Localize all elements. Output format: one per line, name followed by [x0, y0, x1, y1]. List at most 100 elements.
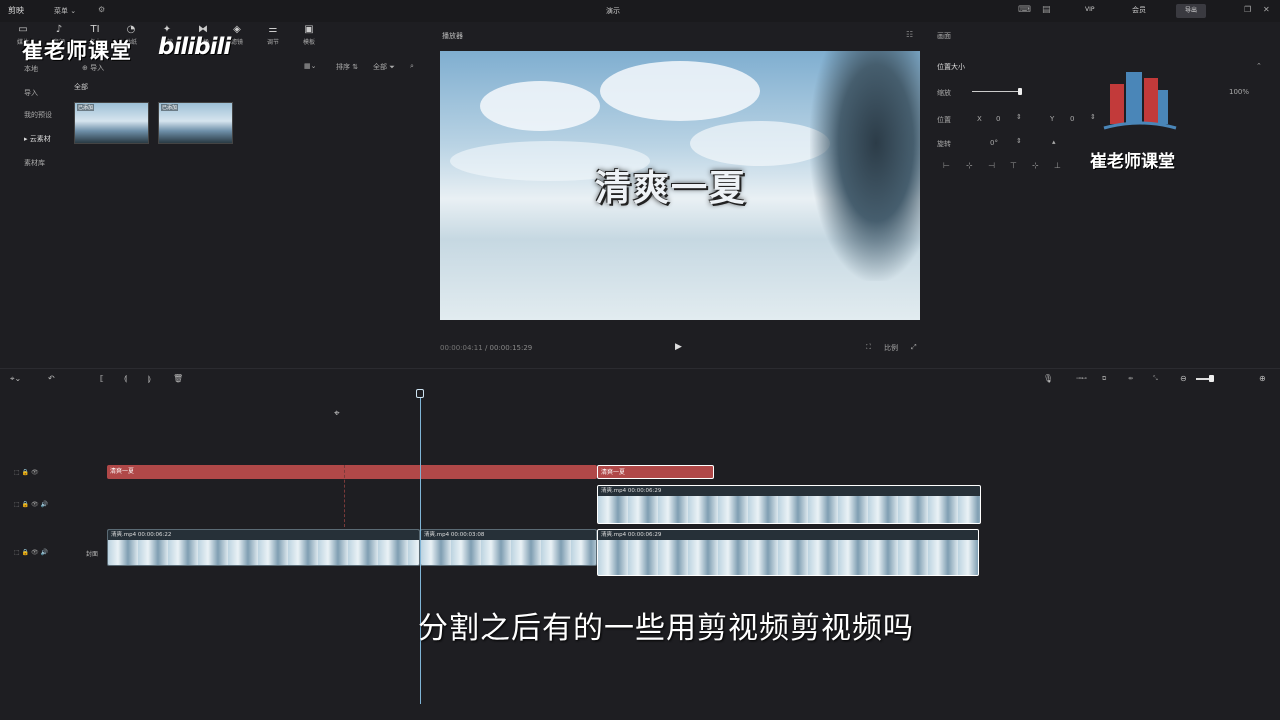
- video-title-overlay[interactable]: 清爽一夏: [595, 159, 747, 211]
- x-stepper-icon[interactable]: ⇕: [1016, 113, 1022, 121]
- search-icon[interactable]: ⌕: [410, 62, 414, 71]
- sticker-icon: ◔: [126, 24, 136, 35]
- undo-icon[interactable]: ↶: [48, 374, 55, 383]
- text-icon: TI: [90, 24, 100, 35]
- align-top-icon[interactable]: ⊤: [1010, 161, 1017, 170]
- filter-button[interactable]: 全部 ⏷: [373, 62, 395, 72]
- clip-label: 清爽.mp4 00:00:06:29: [598, 530, 978, 540]
- view-grid-icon[interactable]: ▦⌄: [304, 62, 316, 70]
- split-right-icon[interactable]: ⟭: [148, 374, 151, 384]
- scale-value[interactable]: 100%: [1229, 88, 1249, 96]
- media-thumbnail[interactable]: 已添加: [74, 102, 149, 144]
- cloud-shape: [600, 61, 760, 121]
- sidebar-item-presets[interactable]: 我的预设: [24, 110, 52, 120]
- fit-screen-icon[interactable]: ⛶: [866, 343, 871, 352]
- text-clip[interactable]: 清爽一夏: [107, 465, 597, 479]
- rotate-stepper-icon[interactable]: ⇕: [1016, 137, 1022, 145]
- overlay-video-clip[interactable]: 清爽.mp4 00:00:06:29: [597, 485, 981, 524]
- cloud-shape: [480, 81, 600, 131]
- mirror-icon[interactable]: ▴: [1052, 138, 1056, 146]
- main-video-clip-selected[interactable]: 清爽.mp4 00:00:06:29: [597, 529, 979, 576]
- title-bar: 剪映 菜单 ⌄ ⚙ 演示 ⌨ ▤ VIP 会员 导出 ❐ ✕: [0, 0, 1280, 22]
- clip-label: 清爽.mp4 00:00:06:22: [108, 530, 419, 540]
- ratio-button[interactable]: 比例: [884, 343, 898, 353]
- align-bottom-icon[interactable]: ⊥: [1054, 161, 1061, 170]
- y-stepper-icon[interactable]: ⇕: [1090, 113, 1096, 121]
- cover-button[interactable]: 封面: [86, 549, 98, 558]
- tool-template[interactable]: ▣ 模板: [294, 24, 324, 46]
- template-icon: ▣: [304, 24, 314, 35]
- align-right-icon[interactable]: ⊣: [988, 161, 995, 170]
- x-label: X: [977, 115, 982, 123]
- timeline-toolbar: [0, 368, 1280, 390]
- palm-tree-shape: [810, 51, 920, 281]
- select-tool-icon[interactable]: ⌖⌄: [10, 374, 21, 384]
- keyboard-icon[interactable]: ⌨: [1018, 5, 1031, 15]
- play-button[interactable]: ▶: [675, 342, 682, 352]
- scale-slider-track[interactable]: [972, 91, 1020, 92]
- delete-icon[interactable]: 🗑: [173, 374, 183, 383]
- sidebar-item-library[interactable]: 素材库: [24, 158, 45, 168]
- align-left-icon[interactable]: ⊢: [943, 161, 950, 170]
- marker-icon[interactable]: ⌖: [334, 408, 340, 419]
- text-track-controls[interactable]: ⬚ 🔒 👁: [14, 469, 39, 476]
- audio-icon: ♪: [55, 24, 63, 35]
- video-icon: ▭: [18, 24, 28, 35]
- tool-adjust[interactable]: ⚌ 调节: [258, 24, 288, 46]
- main-video-clip[interactable]: 清爽.mp4 00:00:03:08: [420, 529, 597, 566]
- rotate-input[interactable]: 0°: [990, 139, 998, 147]
- playhead-line[interactable]: [420, 392, 421, 704]
- split-guide-line: [344, 465, 345, 527]
- sidebar-item-cloud[interactable]: ▸ 云素材: [24, 134, 51, 144]
- main-menu-button[interactable]: 菜单 ⌄: [54, 6, 76, 16]
- zoom-fit-icon[interactable]: ⤡: [1153, 375, 1158, 383]
- sort-button[interactable]: 排序 ⇅: [336, 62, 358, 72]
- adjust-icon: ⚌: [268, 24, 278, 35]
- zoom-in-icon[interactable]: ⊕: [1259, 374, 1266, 383]
- media-thumbnail[interactable]: 已添加: [158, 102, 233, 144]
- preview-axis-icon[interactable]: ⇹: [1128, 375, 1133, 382]
- close-icon[interactable]: ✕: [1263, 5, 1270, 14]
- align-middle-icon[interactable]: ⊹: [1032, 161, 1039, 170]
- align-center-icon[interactable]: ⊹: [966, 161, 973, 170]
- text-clip-selected[interactable]: 清爽一夏: [597, 465, 714, 479]
- section-title: 位置大小: [937, 63, 965, 71]
- watermark-brand-text-right: 崔老师课堂: [1090, 152, 1175, 172]
- split-left-icon[interactable]: ⟬: [124, 374, 127, 384]
- x-input[interactable]: 0: [996, 115, 1000, 123]
- tab-all[interactable]: 全部: [74, 82, 88, 92]
- settings-icon[interactable]: ⚙: [98, 5, 105, 14]
- import-button[interactable]: ⊕ 导入: [82, 63, 104, 73]
- media-panel: [0, 22, 428, 367]
- video-subtitle-caption: 分割之后有的一些用剪视频剪视频吗: [418, 611, 914, 646]
- collapse-icon[interactable]: ⌃: [1256, 62, 1262, 70]
- vip-badge[interactable]: VIP: [1085, 6, 1095, 13]
- zoom-slider-track[interactable]: [1196, 378, 1210, 380]
- playhead-handle[interactable]: [416, 389, 424, 398]
- app-logo: 剪映: [8, 6, 24, 15]
- export-button[interactable]: 导出: [1176, 4, 1206, 18]
- zoom-out-icon[interactable]: ⊖: [1180, 374, 1187, 383]
- snap-toggle-icon[interactable]: ⊸⊷: [1076, 375, 1087, 382]
- split-icon[interactable]: ⟦: [100, 374, 104, 383]
- layout-icon[interactable]: ▤: [1042, 5, 1051, 15]
- zoom-slider-handle[interactable]: [1209, 375, 1214, 382]
- player-menu-icon[interactable]: ☷: [906, 30, 913, 39]
- added-badge: 已添加: [161, 104, 179, 111]
- overlay-track-controls[interactable]: ⬚ 🔒 👁 🔊: [14, 501, 48, 508]
- restore-window-icon[interactable]: ❐: [1244, 5, 1251, 14]
- properties-tab[interactable]: 画面: [937, 31, 951, 41]
- bilibili-logo: bilibili: [158, 34, 231, 60]
- y-input[interactable]: 0: [1070, 115, 1074, 123]
- main-track-controls[interactable]: ⬚ 🔒 👁 🔊: [14, 549, 48, 556]
- fullscreen-icon[interactable]: ⤢: [911, 343, 917, 352]
- main-video-clip[interactable]: 清爽.mp4 00:00:06:22: [107, 529, 420, 566]
- scale-slider-handle[interactable]: [1018, 88, 1022, 95]
- video-preview[interactable]: 清爽一夏: [440, 51, 920, 320]
- microphone-icon[interactable]: 🎙: [1043, 374, 1053, 383]
- link-toggle-icon[interactable]: ⧉: [1102, 375, 1106, 383]
- sidebar-item-local[interactable]: 本地: [24, 64, 38, 74]
- account-button[interactable]: 会员: [1132, 5, 1146, 15]
- sidebar-item-import[interactable]: 导入: [24, 88, 38, 98]
- clip-label: 清爽.mp4 00:00:06:29: [598, 486, 980, 496]
